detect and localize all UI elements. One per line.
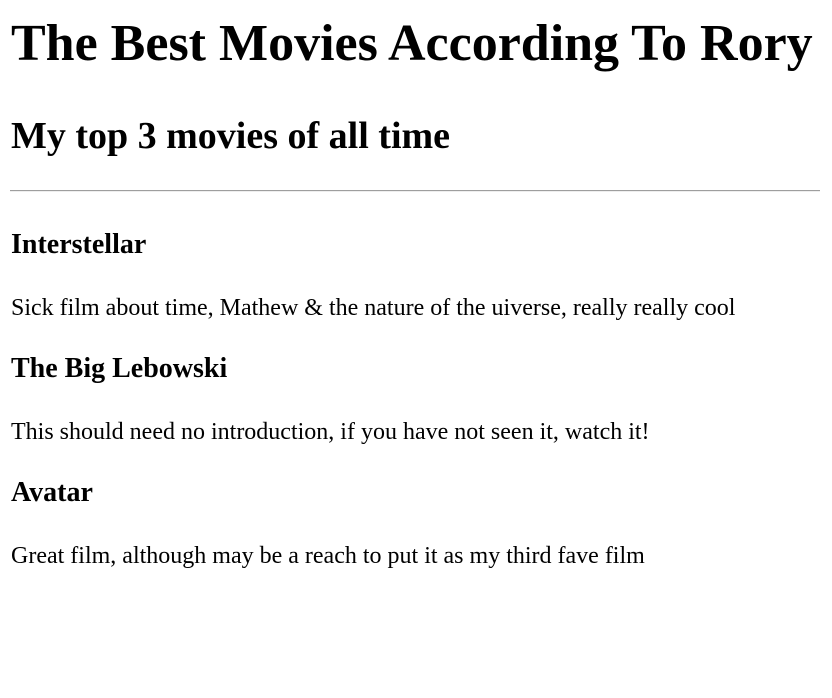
movie-description: This should need no introduction, if you… (11, 419, 650, 445)
movie-description: Great film, although may be a reach to p… (11, 543, 645, 569)
movie-title: Interstellar (11, 229, 147, 260)
movie-item-big-lebowski: The Big Lebowski This should need no int… (11, 352, 820, 447)
movie-item-interstellar: Interstellar Sick film about time, Mathe… (11, 228, 820, 323)
page-subtitle: My top 3 movies of all time (11, 115, 451, 157)
movie-description: Sick film about time, Mathew & the natur… (11, 295, 736, 321)
divider (10, 190, 820, 192)
movie-item-avatar: Avatar Great film, although may be a rea… (11, 476, 820, 571)
page-content: The Best Movies According To Rory My top… (0, 14, 832, 571)
page-title: The Best Movies According To Rory (11, 15, 813, 72)
movie-title: Avatar (11, 477, 93, 508)
movie-title: The Big Lebowski (11, 353, 228, 384)
